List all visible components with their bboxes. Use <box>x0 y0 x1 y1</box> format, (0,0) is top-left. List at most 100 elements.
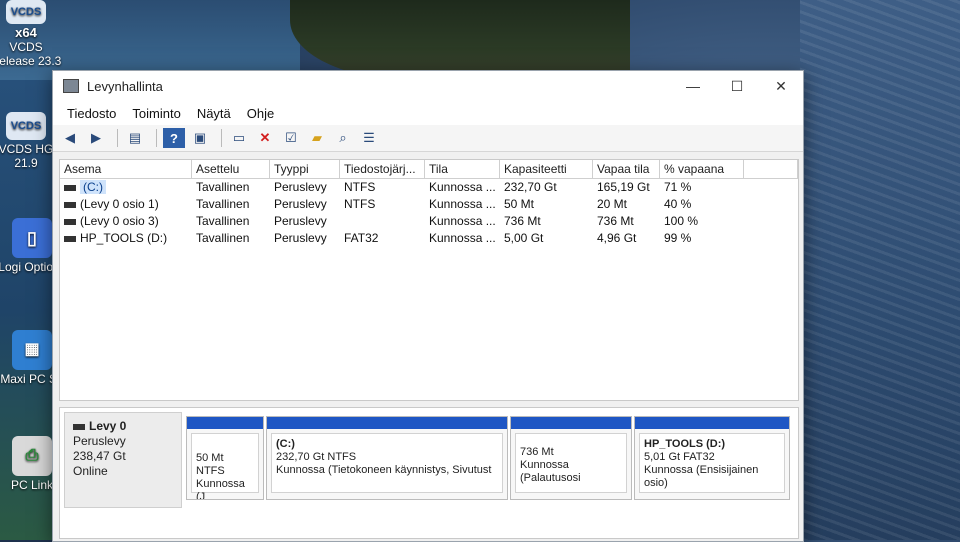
column-asettelu[interactable]: Asettelu <box>192 160 270 178</box>
list-view-icon[interactable]: ☰ <box>358 128 380 148</box>
partition-body: HP_TOOLS (D:) 5,01 Gt FAT32 Kunnossa (En… <box>639 433 785 493</box>
partition-body: (C:) 232,70 Gt NTFS Kunnossa (Tietokonee… <box>271 433 503 493</box>
disk-state: Online <box>73 464 108 478</box>
desktop-icon-vcds-release[interactable]: VCDS x64 VCDS Release 23.3 <box>0 0 62 68</box>
volume-row-hp-tools[interactable]: HP_TOOLS (D:) Tavallinen Peruslevy FAT32… <box>60 230 798 247</box>
printer-icon: ⎙ <box>12 436 52 476</box>
partition-status: Kunnossa (Ensisijainen osio) <box>644 464 759 489</box>
volume-type: Peruslevy <box>274 231 327 245</box>
volume-free: 165,19 Gt <box>597 180 650 194</box>
volume-name: (C:) <box>80 180 106 194</box>
partition-size: 736 Mt <box>520 446 554 458</box>
partition-name: HP_TOOLS (D:) <box>644 438 726 450</box>
disk-map: Levy 0 Peruslevy 238,47 Gt Online 50 Mt … <box>59 407 799 539</box>
disk-icon <box>73 423 85 430</box>
partition-bar <box>267 417 507 429</box>
maximize-button[interactable]: ☐ <box>715 78 759 95</box>
help-icon[interactable]: ? <box>163 128 185 148</box>
toolbar-separator <box>156 129 157 147</box>
column-prosentti-vapaana[interactable]: % vapaana <box>660 160 744 178</box>
forward-arrow-icon[interactable]: ▶ <box>85 128 107 148</box>
console-icon[interactable]: ▤ <box>124 128 146 148</box>
maxi-pc-icon: ▦ <box>12 330 52 370</box>
volume-icon <box>64 184 76 191</box>
volume-icon <box>64 235 76 242</box>
volume-filesystem: FAT32 <box>344 231 379 245</box>
volume-filesystem <box>340 213 425 230</box>
partition-bar <box>187 417 263 429</box>
search-icon[interactable]: ⌕ <box>332 128 354 148</box>
volume-list: Asema Asettelu Tyyppi Tiedostojärj... Ti… <box>59 159 799 401</box>
partition-body: 736 Mt Kunnossa (Palautusosi <box>515 433 627 493</box>
volume-filesystem: NTFS <box>344 197 376 211</box>
volume-free: 4,96 Gt <box>597 231 637 245</box>
toolbar-separator <box>117 129 118 147</box>
properties-icon[interactable]: ▣ <box>189 128 211 148</box>
volume-percent-free: 71 % <box>664 180 692 194</box>
close-button[interactable]: ✕ <box>759 78 803 95</box>
connect-icon[interactable]: ▭ <box>228 128 250 148</box>
volume-status: Kunnossa ... <box>429 231 496 245</box>
toolbar-separator <box>221 129 222 147</box>
volume-free: 736 Mt <box>597 214 634 228</box>
column-kapasiteetti[interactable]: Kapasiteetti <box>500 160 593 178</box>
volume-row-c[interactable]: (C:) Tavallinen Peruslevy NTFS Kunnossa … <box>60 179 798 196</box>
volume-status: Kunnossa ... <box>429 197 496 211</box>
volume-layout: Tavallinen <box>196 231 250 245</box>
volume-name: HP_TOOLS (D:) <box>80 231 168 245</box>
menu-nayta[interactable]: Näytä <box>189 106 239 121</box>
wallpaper-sea <box>800 0 960 540</box>
disk-management-window: Levynhallinta — ☐ ✕ Tiedosto Toiminto Nä… <box>52 70 804 542</box>
delete-icon[interactable]: ✕ <box>254 128 276 148</box>
volume-type: Peruslevy <box>274 180 327 194</box>
volume-row-osio-1[interactable]: (Levy 0 osio 1) Tavallinen Peruslevy NTF… <box>60 196 798 213</box>
menu-bar: Tiedosto Toiminto Näytä Ohje <box>53 101 803 125</box>
volume-capacity: 232,70 Gt <box>504 180 557 194</box>
volume-name-cell: HP_TOOLS (D:) <box>60 230 192 247</box>
volume-row-osio-3[interactable]: (Levy 0 osio 3) Tavallinen Peruslevy Kun… <box>60 213 798 230</box>
volume-capacity: 5,00 Gt <box>504 231 544 245</box>
back-arrow-icon[interactable]: ◀ <box>59 128 81 148</box>
wallpaper-rock <box>290 0 630 80</box>
check-icon[interactable]: ☑ <box>280 128 302 148</box>
column-asema[interactable]: Asema <box>60 160 192 178</box>
partition-bar <box>635 417 789 429</box>
toolbar: ◀ ▶ ▤ ? ▣ ▭ ✕ ☑ ▰ ⌕ ☰ <box>53 125 803 152</box>
minimize-button[interactable]: — <box>671 78 715 94</box>
partition-hp-tools[interactable]: HP_TOOLS (D:) 5,01 Gt FAT32 Kunnossa (En… <box>634 416 790 500</box>
column-tila[interactable]: Tila <box>425 160 500 178</box>
partition-c[interactable]: (C:) 232,70 Gt NTFS Kunnossa (Tietokonee… <box>266 416 508 500</box>
column-vapaa-tila[interactable]: Vapaa tila <box>593 160 660 178</box>
volume-status: Kunnossa ... <box>429 214 496 228</box>
volume-status: Kunnossa ... <box>429 180 496 194</box>
window-title: Levynhallinta <box>87 78 163 94</box>
folder-icon[interactable]: ▰ <box>306 128 328 148</box>
partition-status: Kunnossa (J <box>196 478 245 500</box>
volume-layout: Tavallinen <box>196 180 250 194</box>
partition-name: (C:) <box>276 438 295 450</box>
disk-0-label[interactable]: Levy 0 Peruslevy 238,47 Gt Online <box>64 412 182 508</box>
title-bar[interactable]: Levynhallinta — ☐ ✕ <box>53 71 803 101</box>
volume-list-header: Asema Asettelu Tyyppi Tiedostojärj... Ti… <box>60 160 798 179</box>
disk-management-icon <box>63 79 79 93</box>
column-tiedostojarjestelma[interactable]: Tiedostojärj... <box>340 160 425 178</box>
partition-status: Kunnossa (Palautusosi <box>520 459 581 484</box>
vcds-icon: VCDS <box>6 0 46 24</box>
partition-system-reserved[interactable]: 50 Mt NTFS Kunnossa (J <box>186 416 264 500</box>
partition-body: 50 Mt NTFS Kunnossa (J <box>191 433 259 499</box>
partition-bar <box>511 417 631 429</box>
volume-name-cell: (C:) <box>60 179 192 196</box>
volume-icon <box>64 218 76 225</box>
menu-toiminto[interactable]: Toiminto <box>124 106 188 121</box>
volume-name-cell: (Levy 0 osio 3) <box>60 213 192 230</box>
volume-layout: Tavallinen <box>196 214 250 228</box>
menu-ohje[interactable]: Ohje <box>239 106 282 121</box>
disk-type: Peruslevy <box>73 434 126 448</box>
volume-type: Peruslevy <box>274 214 327 228</box>
column-filler <box>744 160 798 178</box>
partition-size: 232,70 Gt NTFS <box>276 451 357 463</box>
volume-name: (Levy 0 osio 3) <box>80 214 159 228</box>
column-tyyppi[interactable]: Tyyppi <box>270 160 340 178</box>
partition-recovery[interactable]: 736 Mt Kunnossa (Palautusosi <box>510 416 632 500</box>
menu-tiedosto[interactable]: Tiedosto <box>59 106 124 121</box>
